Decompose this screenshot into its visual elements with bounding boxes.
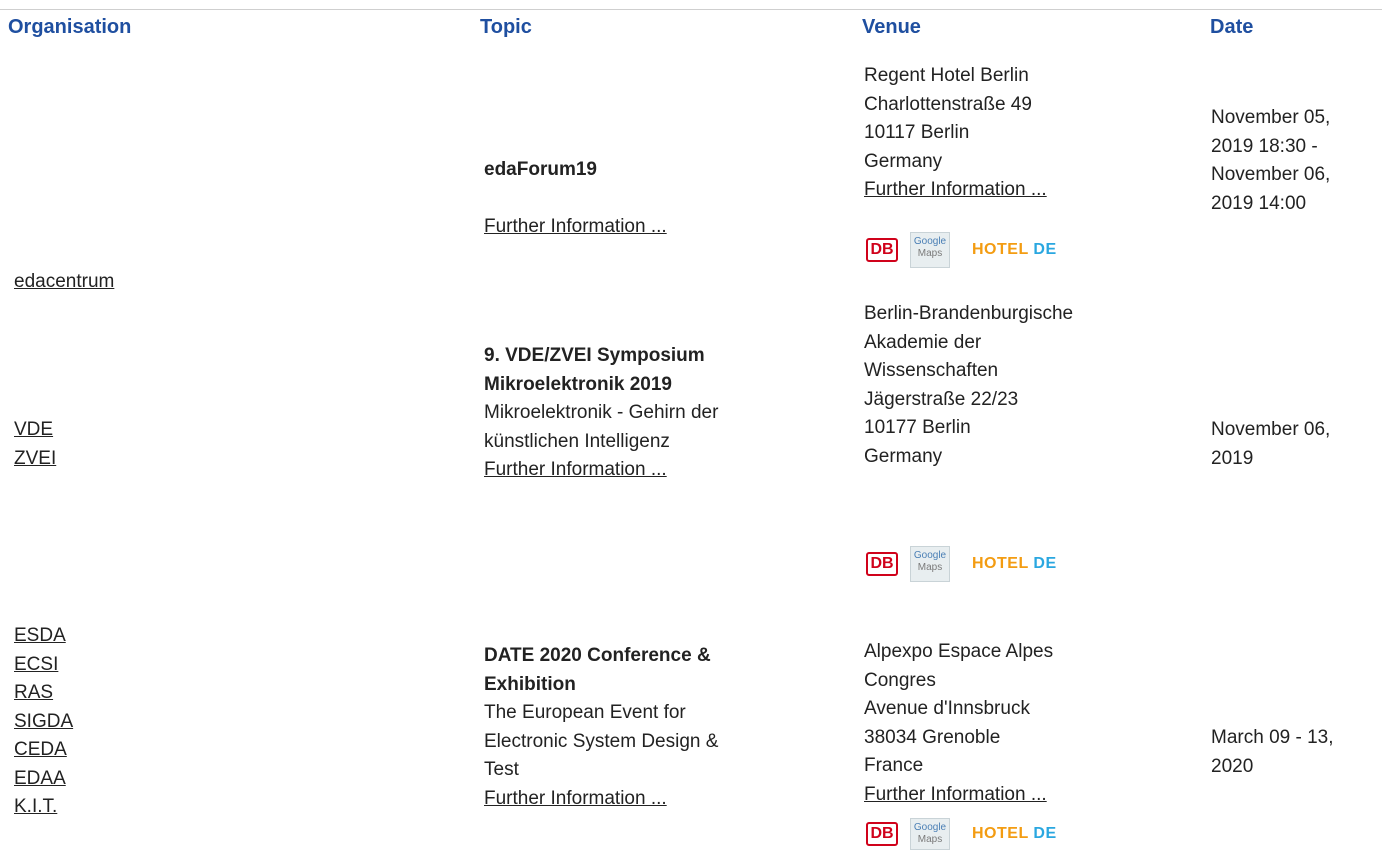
date-line: November 05, <box>1211 107 1331 128</box>
column-header-venue: Venue <box>862 16 921 38</box>
organisation-link[interactable]: RAS <box>14 679 73 708</box>
event-title: DATE 2020 Conference & <box>484 645 711 666</box>
row-1-venue: Regent Hotel Berlin Charlottenstraße 49 … <box>864 62 1047 205</box>
organisation-link[interactable]: EDAA <box>14 765 73 794</box>
date-line: 2019 14:00 <box>1211 192 1307 214</box>
hotel-de-icon[interactable]: HOTEL DE <box>972 241 1057 259</box>
row-3-venue: Alpexpo Espace Alpes Congres Avenue d'In… <box>864 638 1053 809</box>
organisation-link[interactable]: SIGDA <box>14 708 73 737</box>
date-line: 2019 <box>1211 447 1254 469</box>
google-maps-icon[interactable]: Google Maps <box>910 232 950 268</box>
venue-line: Wissenschaften <box>864 360 999 381</box>
topic-further-information-link[interactable]: Further Information ... <box>484 213 667 242</box>
venue-line: Jägerstraße 22/23 <box>864 388 1019 410</box>
venue-line: 10177 Berlin <box>864 417 971 438</box>
venue-further-information-link[interactable]: Further Information ... <box>864 176 1047 205</box>
date-line: 2019 18:30 - <box>1211 135 1318 157</box>
venue-line: Alpexpo Espace Alpes <box>864 641 1054 662</box>
topic-further-information-link[interactable]: Further Information ... <box>484 785 718 814</box>
venue-line: France <box>864 755 924 776</box>
organisation-link[interactable]: VDE <box>14 416 56 445</box>
organisation-link[interactable]: K.I.T. <box>14 793 73 822</box>
organisation-link[interactable]: edacentrum <box>14 268 114 297</box>
row-2-organisations: VDE ZVEI <box>14 416 56 473</box>
venue-line: 38034 Grenoble <box>864 726 1001 748</box>
row-1-topic: edaForum19 Further Information ... <box>484 156 667 241</box>
organisation-link[interactable]: ECSI <box>14 651 73 680</box>
venue-line: Germany <box>864 445 943 467</box>
db-rail-icon[interactable]: DB <box>866 822 898 846</box>
event-subtitle: Mikroelektronik - Gehirn der <box>484 402 719 423</box>
venue-line: Akademie der <box>864 331 982 353</box>
column-header-organisation: Organisation <box>8 16 132 38</box>
db-rail-icon[interactable]: DB <box>866 238 898 262</box>
event-title: edaForum19 <box>484 159 597 180</box>
db-rail-icon[interactable]: DB <box>866 552 898 576</box>
venue-further-information-link[interactable]: Further Information ... <box>864 781 1053 810</box>
row-3-date: March 09 - 13, 2020 <box>1211 724 1334 781</box>
row-1-date: November 05, 2019 18:30 - November 06, 2… <box>1211 104 1330 218</box>
row-3-organisations: ESDA ECSI RAS SIGDA CEDA EDAA K.I.T. <box>14 622 73 822</box>
topic-further-information-link[interactable]: Further Information ... <box>484 456 718 485</box>
venue-line: Charlottenstraße 49 <box>864 93 1032 115</box>
venue-line: 10117 Berlin <box>864 122 970 143</box>
venue-line: Avenue d'Innsbruck <box>864 698 1030 719</box>
event-title: Exhibition <box>484 673 576 695</box>
event-subtitle: künstlichen Intelligenz <box>484 430 670 452</box>
row-3-venue-icons: DB Google Maps HOTEL DE <box>866 818 1057 850</box>
header-top-divider <box>0 9 1382 10</box>
row-2-venue: Berlin-Brandenburgische Akademie der Wis… <box>864 300 1073 471</box>
date-line: November 06, <box>1211 419 1331 440</box>
organisation-link[interactable]: ESDA <box>14 622 73 651</box>
venue-line: Berlin-Brandenburgische <box>864 303 1074 324</box>
event-subtitle: The European Event for <box>484 702 686 723</box>
row-3-topic: DATE 2020 Conference & Exhibition The Eu… <box>484 642 718 813</box>
date-line: March 09 - 13, <box>1211 727 1334 748</box>
hotel-de-icon[interactable]: HOTEL DE <box>972 825 1057 843</box>
event-subtitle: Test <box>484 759 519 780</box>
google-maps-icon[interactable]: Google Maps <box>910 818 950 850</box>
date-line: November 06, <box>1211 164 1331 185</box>
organisation-link[interactable]: ZVEI <box>14 445 56 474</box>
row-1-venue-icons: DB Google Maps HOTEL DE <box>866 232 1057 268</box>
venue-line: Germany <box>864 150 943 172</box>
venue-line: Regent Hotel Berlin <box>864 65 1029 86</box>
google-maps-icon[interactable]: Google Maps <box>910 546 950 582</box>
column-header-date: Date <box>1210 16 1254 38</box>
column-header-topic: Topic <box>480 16 532 38</box>
row-2-venue-icons: DB Google Maps HOTEL DE <box>866 546 1057 582</box>
row-2-topic: 9. VDE/ZVEI Symposium Mikroelektronik 20… <box>484 342 718 485</box>
event-title: 9. VDE/ZVEI Symposium <box>484 345 705 366</box>
venue-line: Congres <box>864 669 936 691</box>
event-subtitle: Electronic System Design & <box>484 730 719 752</box>
row-2-date: November 06, 2019 <box>1211 416 1330 473</box>
hotel-de-icon[interactable]: HOTEL DE <box>972 555 1057 573</box>
date-line: 2020 <box>1211 755 1254 777</box>
row-1-organisations: edacentrum <box>14 268 114 297</box>
organisation-link[interactable]: CEDA <box>14 736 73 765</box>
event-title: Mikroelektronik 2019 <box>484 373 672 395</box>
